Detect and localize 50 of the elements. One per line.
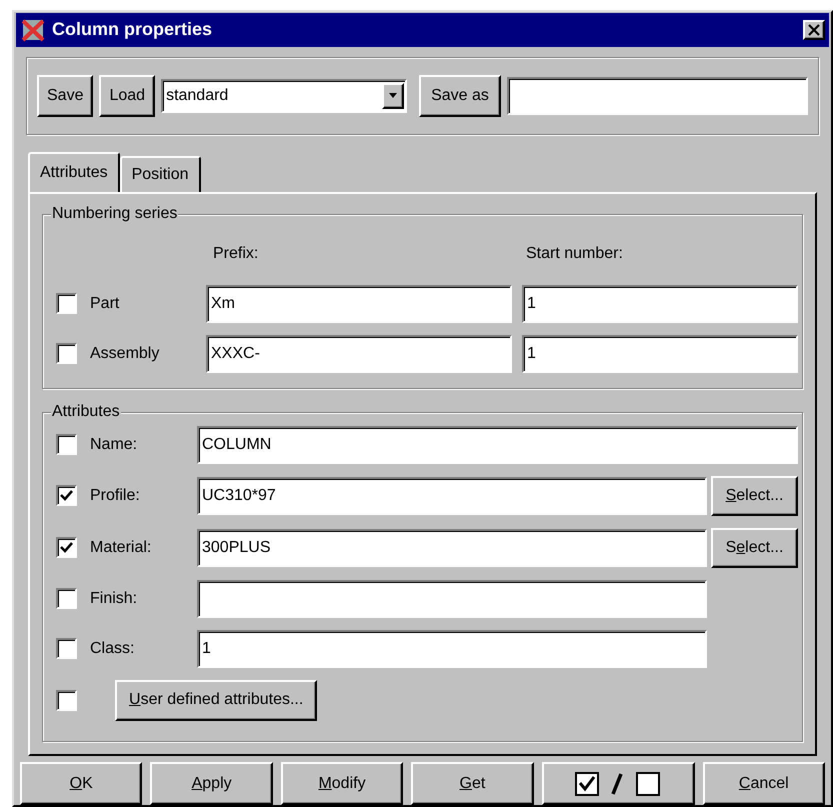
checked-unchecked-icon bbox=[575, 772, 662, 796]
row-label: Class: bbox=[89, 638, 136, 659]
group-title: Numbering series bbox=[51, 204, 178, 224]
input-field[interactable]: 1 bbox=[197, 630, 707, 668]
input-field[interactable]: 1 bbox=[522, 334, 798, 373]
save-button[interactable]: Save bbox=[37, 74, 94, 117]
select-button[interactable]: Select... bbox=[711, 476, 798, 516]
close-icon[interactable] bbox=[808, 24, 820, 36]
save-as-button[interactable]: Save as bbox=[419, 74, 501, 117]
close-button[interactable] bbox=[803, 20, 825, 40]
dialog-button[interactable]: Cancel bbox=[702, 762, 826, 805]
dialog-button[interactable]: Modify bbox=[280, 762, 404, 805]
checkmark-icon bbox=[60, 489, 73, 502]
row-label: Profile: bbox=[89, 486, 141, 506]
preset-dropdown[interactable]: standard bbox=[161, 78, 408, 113]
checkbox[interactable] bbox=[56, 485, 77, 506]
user-attributes-button[interactable]: User defined attributes... bbox=[115, 680, 318, 721]
row-label: Material: bbox=[89, 538, 152, 558]
dialog-button[interactable]: Get bbox=[411, 762, 534, 805]
input-field[interactable] bbox=[197, 580, 707, 618]
window-title: Column properties bbox=[52, 18, 214, 42]
row-label: Part bbox=[89, 294, 120, 314]
checkbox[interactable] bbox=[56, 293, 77, 314]
checkbox[interactable] bbox=[56, 588, 77, 610]
checkbox[interactable] bbox=[56, 690, 77, 711]
dialog-button[interactable]: OK bbox=[20, 762, 142, 805]
row-label: Assembly bbox=[89, 344, 160, 364]
input-field[interactable]: COLUMN bbox=[197, 426, 798, 464]
column-header: Prefix: bbox=[213, 244, 260, 264]
column-header: Start number: bbox=[526, 244, 623, 264]
row-label: Name: bbox=[89, 434, 138, 455]
dialog-button[interactable]: Apply bbox=[150, 762, 273, 805]
checkmark-icon bbox=[60, 541, 73, 554]
checkbox[interactable] bbox=[56, 638, 77, 660]
input-field[interactable]: Xm bbox=[206, 284, 512, 323]
load-button[interactable]: Load bbox=[99, 74, 156, 117]
input-field[interactable]: XXXC- bbox=[206, 334, 512, 373]
input-field[interactable]: 300PLUS bbox=[197, 528, 707, 567]
app-icon bbox=[20, 16, 46, 43]
input-field[interactable]: 1 bbox=[522, 284, 798, 323]
checkbox[interactable] bbox=[56, 434, 77, 456]
check-toggle-button[interactable] bbox=[542, 762, 695, 805]
row-label: Finish: bbox=[89, 588, 138, 609]
select-button[interactable]: Select... bbox=[711, 528, 798, 568]
input-field[interactable] bbox=[506, 76, 808, 115]
checkbox[interactable] bbox=[56, 343, 77, 364]
input-field[interactable]: UC310*97 bbox=[197, 476, 707, 515]
checkbox[interactable] bbox=[56, 537, 77, 558]
tab[interactable]: Position bbox=[120, 156, 201, 192]
tab[interactable]: Attributes bbox=[28, 152, 120, 192]
